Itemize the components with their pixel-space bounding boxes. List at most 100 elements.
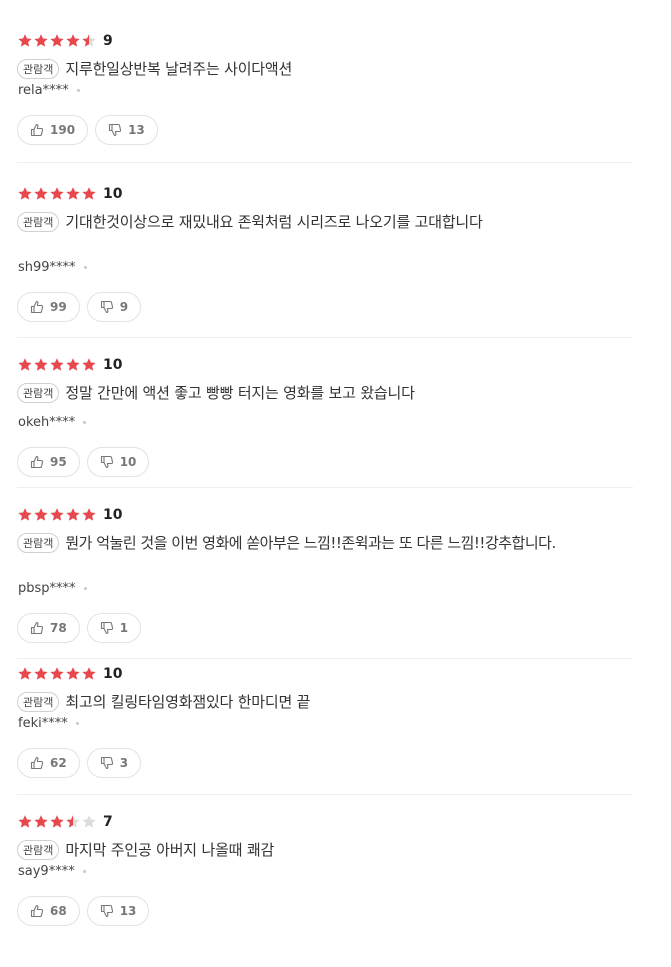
review-text: 지루한일상반복 날려주는 사이다액션 xyxy=(65,60,293,78)
thumbs-down-icon xyxy=(100,300,113,314)
like-button[interactable]: 78 xyxy=(17,613,80,643)
dislike-button[interactable]: 1 xyxy=(86,613,142,643)
user-info: pbsp**** xyxy=(18,581,87,596)
rating-score: 7 xyxy=(103,814,113,830)
vote-buttons: 99 9 xyxy=(17,292,148,322)
star-icon xyxy=(66,508,80,521)
like-button[interactable]: 95 xyxy=(17,447,80,477)
star-rating xyxy=(17,33,97,49)
separator-dot xyxy=(83,421,87,424)
review-item: 10 관람객 최고의 킬링타임영화잼있다 한마디면 끝 feki**** 62 … xyxy=(17,666,633,795)
audience-badge: 관람객 xyxy=(17,532,60,553)
rating-score: 10 xyxy=(103,357,123,373)
vote-buttons: 68 13 xyxy=(17,896,156,926)
thumbs-up-icon xyxy=(30,756,44,770)
dislike-button[interactable]: 9 xyxy=(86,292,142,322)
review-content: 관람객 뭔가 억눌린 것을 이번 영화에 쏟아부은 느낌!!존윅과는 또 다른 … xyxy=(17,532,556,553)
audience-badge: 관람객 xyxy=(17,382,60,403)
star-icon xyxy=(66,667,80,680)
like-count: 95 xyxy=(50,455,67,469)
review-text: 최고의 킬링타임영화잼있다 한마디면 끝 xyxy=(65,693,311,711)
star-icon xyxy=(34,358,48,371)
star-icon xyxy=(50,815,64,828)
star-icon xyxy=(82,667,96,680)
star-icon xyxy=(18,358,32,371)
review-text: 기대한것이상으로 재밌내요 존윅처럼 시리즈로 나오기를 고대합니다 xyxy=(65,213,483,231)
star-icon xyxy=(82,34,96,47)
separator-dot xyxy=(75,722,79,725)
rating-row: 9 xyxy=(17,33,113,49)
dislike-button[interactable]: 10 xyxy=(86,447,150,477)
user-info: rela**** xyxy=(18,83,80,98)
review-content: 관람객 최고의 킬링타임영화잼있다 한마디면 끝 xyxy=(17,691,310,712)
thumbs-up-icon xyxy=(30,455,44,469)
thumbs-down-icon xyxy=(109,123,122,137)
rating-score: 9 xyxy=(103,33,113,49)
thumbs-down-icon xyxy=(100,756,113,770)
separator-dot xyxy=(82,870,86,873)
rating-score: 10 xyxy=(103,507,123,523)
star-icon xyxy=(66,34,80,47)
dislike-button[interactable]: 13 xyxy=(86,896,150,926)
like-count: 68 xyxy=(50,904,67,918)
star-rating xyxy=(17,357,97,373)
star-icon xyxy=(34,34,48,47)
thumbs-up-icon xyxy=(30,300,44,314)
separator-dot xyxy=(83,587,87,590)
rating-row: 10 xyxy=(17,186,122,202)
like-count: 190 xyxy=(50,123,76,137)
like-button[interactable]: 62 xyxy=(17,748,80,778)
star-icon xyxy=(82,187,96,200)
star-icon xyxy=(82,358,96,371)
star-icon xyxy=(66,358,80,371)
separator-dot xyxy=(76,89,80,92)
thumbs-up-icon xyxy=(30,123,44,137)
dislike-button[interactable]: 13 xyxy=(95,115,158,145)
like-count: 78 xyxy=(50,621,67,635)
rating-score: 10 xyxy=(103,186,123,202)
user-id: feki**** xyxy=(18,716,68,731)
review-content: 관람객 지루한일상반복 날려주는 사이다액션 xyxy=(17,58,292,79)
star-icon xyxy=(18,815,32,828)
vote-buttons: 62 3 xyxy=(17,748,148,778)
vote-buttons: 95 10 xyxy=(17,447,156,477)
star-icon xyxy=(34,667,48,680)
star-icon xyxy=(50,508,64,521)
star-icon xyxy=(82,508,96,521)
rating-row: 7 xyxy=(17,814,113,830)
vote-buttons: 190 13 xyxy=(17,115,165,145)
rating-row: 10 xyxy=(17,507,122,523)
thumbs-down-icon xyxy=(100,904,113,918)
review-item: 10 관람객 뭔가 억눌린 것을 이번 영화에 쏟아부은 느낌!!존윅과는 또 … xyxy=(17,507,633,659)
like-button[interactable]: 190 xyxy=(17,115,89,145)
rating-row: 10 xyxy=(17,357,122,373)
like-count: 99 xyxy=(50,300,67,314)
star-icon xyxy=(50,358,64,371)
dislike-count: 13 xyxy=(128,123,145,137)
review-text: 뭔가 억눌린 것을 이번 영화에 쏟아부은 느낌!!존윅과는 또 다른 느낌!!… xyxy=(65,534,556,552)
star-icon xyxy=(34,815,48,828)
review-list: 9 관람객 지루한일상반복 날려주는 사이다액션 rela**** 190 13… xyxy=(0,0,671,967)
audience-badge: 관람객 xyxy=(17,691,60,712)
user-id: rela**** xyxy=(18,83,69,98)
user-info: feki**** xyxy=(18,716,79,731)
user-id: pbsp**** xyxy=(18,581,76,596)
star-icon xyxy=(18,187,32,200)
user-id: say9**** xyxy=(18,864,75,879)
star-icon xyxy=(50,34,64,47)
like-button[interactable]: 68 xyxy=(17,896,80,926)
dislike-count: 1 xyxy=(119,621,129,635)
star-icon xyxy=(50,667,64,680)
dislike-count: 3 xyxy=(119,756,129,770)
user-id: sh99**** xyxy=(18,260,76,275)
star-icon xyxy=(18,34,32,47)
review-content: 관람객 기대한것이상으로 재밌내요 존윅처럼 시리즈로 나오기를 고대합니다 xyxy=(17,211,483,232)
dislike-count: 9 xyxy=(119,300,129,314)
audience-badge: 관람객 xyxy=(17,211,60,232)
review-content: 관람객 마지막 주인공 아버지 나올때 쾌감 xyxy=(17,839,274,860)
star-rating xyxy=(17,814,97,830)
rating-row: 10 xyxy=(17,666,122,682)
like-button[interactable]: 99 xyxy=(17,292,80,322)
dislike-button[interactable]: 3 xyxy=(86,748,142,778)
separator-dot xyxy=(83,266,87,269)
